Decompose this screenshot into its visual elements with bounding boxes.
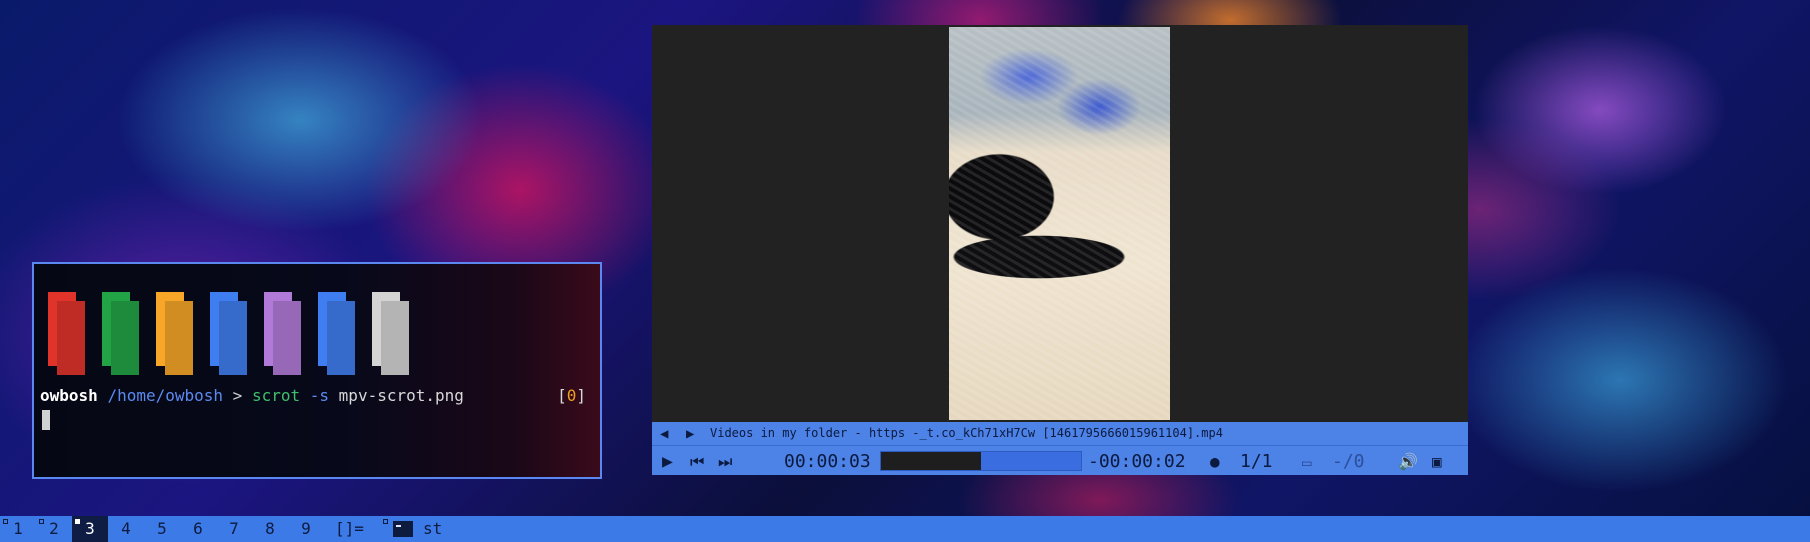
- shell-prompt: owbosh /home/owbosh > scrot -s mpv-scrot…: [40, 386, 464, 405]
- color-block-red: [48, 292, 76, 366]
- prompt-symbol: >: [232, 386, 243, 405]
- media-title[interactable]: Videos in my folder - https -_t.co_kCh71…: [710, 426, 1223, 440]
- mpv-player-window[interactable]: ◀ ▶ Videos in my folder - https -_t.co_k…: [652, 25, 1468, 475]
- workspace-9[interactable]: 9: [288, 516, 324, 542]
- workspace-8-label: 8: [265, 519, 275, 538]
- prev-playlist-icon[interactable]: ◀: [660, 427, 668, 441]
- audio-track-icon[interactable]: ▭: [1302, 455, 1312, 471]
- color-palette: [48, 292, 448, 376]
- remaining-time[interactable]: -00:00:02: [1088, 451, 1186, 472]
- elapsed-time[interactable]: 00:00:03: [784, 451, 871, 472]
- color-block-green: [102, 292, 130, 366]
- workspace-4-label: 4: [121, 519, 131, 538]
- seek-bar-played: [881, 452, 981, 470]
- play-icon[interactable]: ▶: [662, 453, 673, 471]
- command-flag: -s: [309, 386, 330, 405]
- seek-bar[interactable]: [880, 451, 1082, 471]
- color-block-blue: [210, 292, 238, 366]
- workspace-2-label: 2: [49, 519, 59, 538]
- subtitle-icon[interactable]: ●: [1210, 454, 1220, 470]
- window-title-text: st: [423, 519, 443, 538]
- workspace-2[interactable]: 2: [36, 516, 72, 542]
- exit-status-close: ]: [576, 386, 586, 405]
- command-name: scrot: [251, 386, 301, 405]
- workspace-4[interactable]: 4: [108, 516, 144, 542]
- status-bar: 1 2 3 4 5 6 7 8 9 []= st: [0, 516, 1810, 542]
- color-block-orange: [156, 292, 184, 366]
- color-block-blue-2: [318, 292, 346, 366]
- workspace-7-label: 7: [229, 519, 239, 538]
- skip-back-icon[interactable]: ⏮: [690, 454, 704, 470]
- next-playlist-icon[interactable]: ▶: [686, 427, 694, 441]
- workspace-occupied-indicator: [39, 519, 44, 524]
- exit-status-value: 0: [566, 386, 577, 405]
- window-floating-indicator: [383, 519, 388, 524]
- layout-indicator[interactable]: []=: [335, 516, 364, 542]
- terminal-window[interactable]: owbosh /home/owbosh > scrot -s mpv-scrot…: [32, 262, 602, 479]
- video-frame[interactable]: [949, 27, 1170, 420]
- osc-title-bar: ◀ ▶ Videos in my folder - https -_t.co_k…: [652, 422, 1468, 446]
- prompt-path: /home/owbosh: [107, 386, 224, 405]
- fullscreen-icon[interactable]: ▣: [1432, 454, 1442, 470]
- volume-icon[interactable]: 🔊: [1398, 454, 1418, 470]
- workspace-8[interactable]: 8: [252, 516, 288, 542]
- workspace-9-label: 9: [301, 519, 311, 538]
- workspace-5[interactable]: 5: [144, 516, 180, 542]
- command-argument: mpv-scrot.png: [338, 386, 464, 405]
- prompt-user: owbosh: [40, 386, 98, 405]
- color-block-purple: [264, 292, 292, 366]
- workspace-6-label: 6: [193, 519, 203, 538]
- workspace-occupied-indicator: [75, 519, 80, 524]
- workspace-5-label: 5: [157, 519, 167, 538]
- exit-status-open: [: [557, 386, 567, 405]
- skip-forward-icon[interactable]: ⏭: [718, 454, 732, 470]
- subtitle-count[interactable]: 1/1: [1240, 451, 1273, 472]
- terminal-cursor: [42, 410, 50, 430]
- terminal-icon: [393, 521, 413, 537]
- exit-status: [0]: [557, 386, 586, 405]
- workspace-7[interactable]: 7: [216, 516, 252, 542]
- workspace-occupied-indicator: [3, 519, 8, 524]
- workspace-1-label: 1: [13, 519, 23, 538]
- workspace-3[interactable]: 3: [72, 516, 108, 542]
- workspace-6[interactable]: 6: [180, 516, 216, 542]
- audio-track-count[interactable]: -/0: [1332, 451, 1365, 472]
- on-screen-controller: ◀ ▶ Videos in my folder - https -_t.co_k…: [652, 422, 1468, 475]
- workspace-3-label: 3: [85, 519, 95, 538]
- workspace-1[interactable]: 1: [0, 516, 36, 542]
- color-block-gray: [372, 292, 400, 366]
